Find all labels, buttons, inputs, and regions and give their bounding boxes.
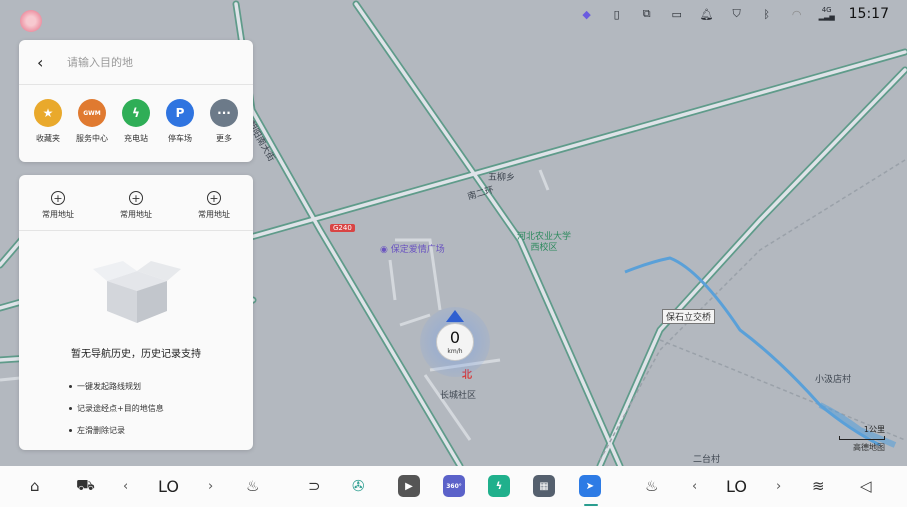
feature-item: 一键发起路线规划 <box>69 375 164 397</box>
empty-box-illustration <box>93 261 181 323</box>
feature-item: 左滑删除记录 <box>69 419 164 441</box>
map-provider: 高德地图 <box>853 443 885 452</box>
wifi-icon: ◠ <box>791 7 802 21</box>
assistant-icon[interactable]: ◆ <box>579 6 595 22</box>
temp-left-value[interactable]: LO <box>158 474 179 498</box>
active-app-indicator <box>584 504 598 506</box>
poi-plaza[interactable]: ◉ 保定爱情广场 <box>380 242 445 255</box>
scale-value: 1公里 <box>863 425 885 434</box>
vehicle-direction-icon <box>446 310 464 322</box>
category-service-center[interactable]: GWM 服务中心 <box>73 99 111 144</box>
bullet-dot <box>69 428 72 432</box>
status-bar: ◆ ▯ ⧉ ▭ 🔔︎ ⛉ ᛒ ◠ 4G ▂▃▅ 15:17 <box>579 6 889 22</box>
poi-plaza-icon: ◉ <box>380 245 388 255</box>
temp-left-down-icon[interactable]: ‹ <box>123 474 128 498</box>
apps-grid-icon[interactable]: ▦ <box>533 474 555 498</box>
back-icon[interactable]: ‹ <box>37 53 53 72</box>
bullet-dot <box>69 406 72 410</box>
village-label-ertai: 二台村 <box>693 455 721 465</box>
bell-icon: 🔔︎ <box>699 7 714 21</box>
village-label-wuzhi: 五柳乡 <box>488 173 516 183</box>
community-label: 长城社区 <box>440 391 477 401</box>
category-label: 充电站 <box>124 134 148 143</box>
media-app-icon[interactable]: ▶ <box>398 474 420 498</box>
recirculation-icon[interactable]: ⊃ <box>308 474 321 498</box>
vibrate-icon: ▯ <box>613 7 620 21</box>
signal-4g-icon: 4G ▂▃▅ <box>819 6 835 22</box>
screen-mirror-icon: ⧉ <box>642 7 651 20</box>
bullet-dot <box>69 384 72 388</box>
gwm-logo-icon: GWM <box>78 99 106 127</box>
add-icon: + <box>129 191 143 205</box>
category-label: 更多 <box>216 134 232 143</box>
home-icon[interactable]: ⌂ <box>30 474 40 498</box>
category-label: 服务中心 <box>76 134 108 143</box>
village-label-xiaoji: 小汲店村 <box>815 375 852 385</box>
energy-app-icon[interactable]: ϟ <box>488 474 510 498</box>
address-label: 常用地址 <box>42 210 74 219</box>
speed-value: 0 <box>449 328 461 347</box>
common-address-1[interactable]: + 常用地址 <box>42 191 74 230</box>
add-icon: + <box>51 191 65 205</box>
speed-unit: km/h <box>447 348 463 355</box>
bluetooth-icon: ᛒ <box>763 7 770 21</box>
search-bar[interactable]: ‹ 请输入目的地 <box>19 40 253 85</box>
vehicle-icon[interactable]: ⛟ <box>76 474 95 498</box>
category-parking[interactable]: P 停车场 <box>161 99 199 144</box>
camera-360-app-icon[interactable]: 360° <box>443 474 465 498</box>
lightning-icon: ϟ <box>122 99 150 127</box>
defrost-icon[interactable]: ≋ <box>812 474 825 498</box>
history-panel: + 常用地址 + 常用地址 + 常用地址 暂无导航历史，历史记录支持 一键发起路… <box>19 175 253 450</box>
search-panel: ‹ 请输入目的地 ★ 收藏夹 GWM 服务中心 ϟ 充电站 P 停车场 ··· … <box>19 40 253 162</box>
star-icon: ★ <box>34 99 62 127</box>
fan-icon[interactable]: ✇ <box>352 474 365 498</box>
temp-right-up-icon[interactable]: › <box>776 474 781 498</box>
navigation-app-icon[interactable]: ➤ <box>579 474 601 498</box>
highway-shield-g240: G240 <box>330 224 355 232</box>
temp-left-up-icon[interactable]: › <box>208 474 213 498</box>
temp-right-value[interactable]: LO <box>726 474 747 498</box>
destination-input[interactable]: 请输入目的地 <box>67 54 133 70</box>
bridge-label[interactable]: 保石立交桥 <box>662 309 716 324</box>
signal-bars-icon: ▂▃▅ <box>818 13 835 21</box>
category-shortcuts: ★ 收藏夹 GWM 服务中心 ϟ 充电站 P 停车场 ··· 更多 <box>19 85 253 144</box>
camera-360-badge: 360° <box>443 475 465 497</box>
category-charging[interactable]: ϟ 充电站 <box>117 99 155 144</box>
dock-bar: ⌂ ⛟ ‹ LO › ♨ ⊃ ✇ ▶ 360° ϟ ▦ ➤ ♨ ‹ LO › ≋… <box>0 466 907 507</box>
category-more[interactable]: ··· 更多 <box>205 99 243 144</box>
shield-icon: ⛉ <box>732 7 741 20</box>
avatar[interactable] <box>20 10 42 32</box>
clock: 15:17 <box>848 6 889 22</box>
poi-university[interactable]: 河北农业大学西校区 <box>513 232 575 254</box>
dashcam-icon: ▭ <box>671 7 682 21</box>
empty-history-title: 暂无导航历史，历史记录支持 <box>71 349 201 360</box>
common-addresses: + 常用地址 + 常用地址 + 常用地址 <box>19 175 253 231</box>
category-label: 停车场 <box>168 134 192 143</box>
common-address-2[interactable]: + 常用地址 <box>120 191 152 230</box>
feature-item: 记录途经点+目的地信息 <box>69 397 164 419</box>
speed-indicator: 0 km/h <box>420 307 490 377</box>
category-favorites[interactable]: ★ 收藏夹 <box>29 99 67 144</box>
address-label: 常用地址 <box>120 210 152 219</box>
scale-bar <box>839 436 885 440</box>
add-icon: + <box>207 191 221 205</box>
address-label: 常用地址 <box>198 210 230 219</box>
map-scale: 1公里 高德地图 <box>839 424 885 453</box>
feature-list: 一键发起路线规划 记录途经点+目的地信息 左滑删除记录 <box>69 375 164 441</box>
seat-heat-right-icon[interactable]: ♨ <box>645 474 658 498</box>
common-address-3[interactable]: + 常用地址 <box>198 191 230 230</box>
volume-icon[interactable]: ◁ <box>860 474 872 498</box>
seat-heat-left-icon[interactable]: ♨ <box>246 474 259 498</box>
category-label: 收藏夹 <box>36 134 60 143</box>
more-icon: ··· <box>210 99 238 127</box>
temp-right-down-icon[interactable]: ‹ <box>692 474 697 498</box>
parking-icon: P <box>166 99 194 127</box>
